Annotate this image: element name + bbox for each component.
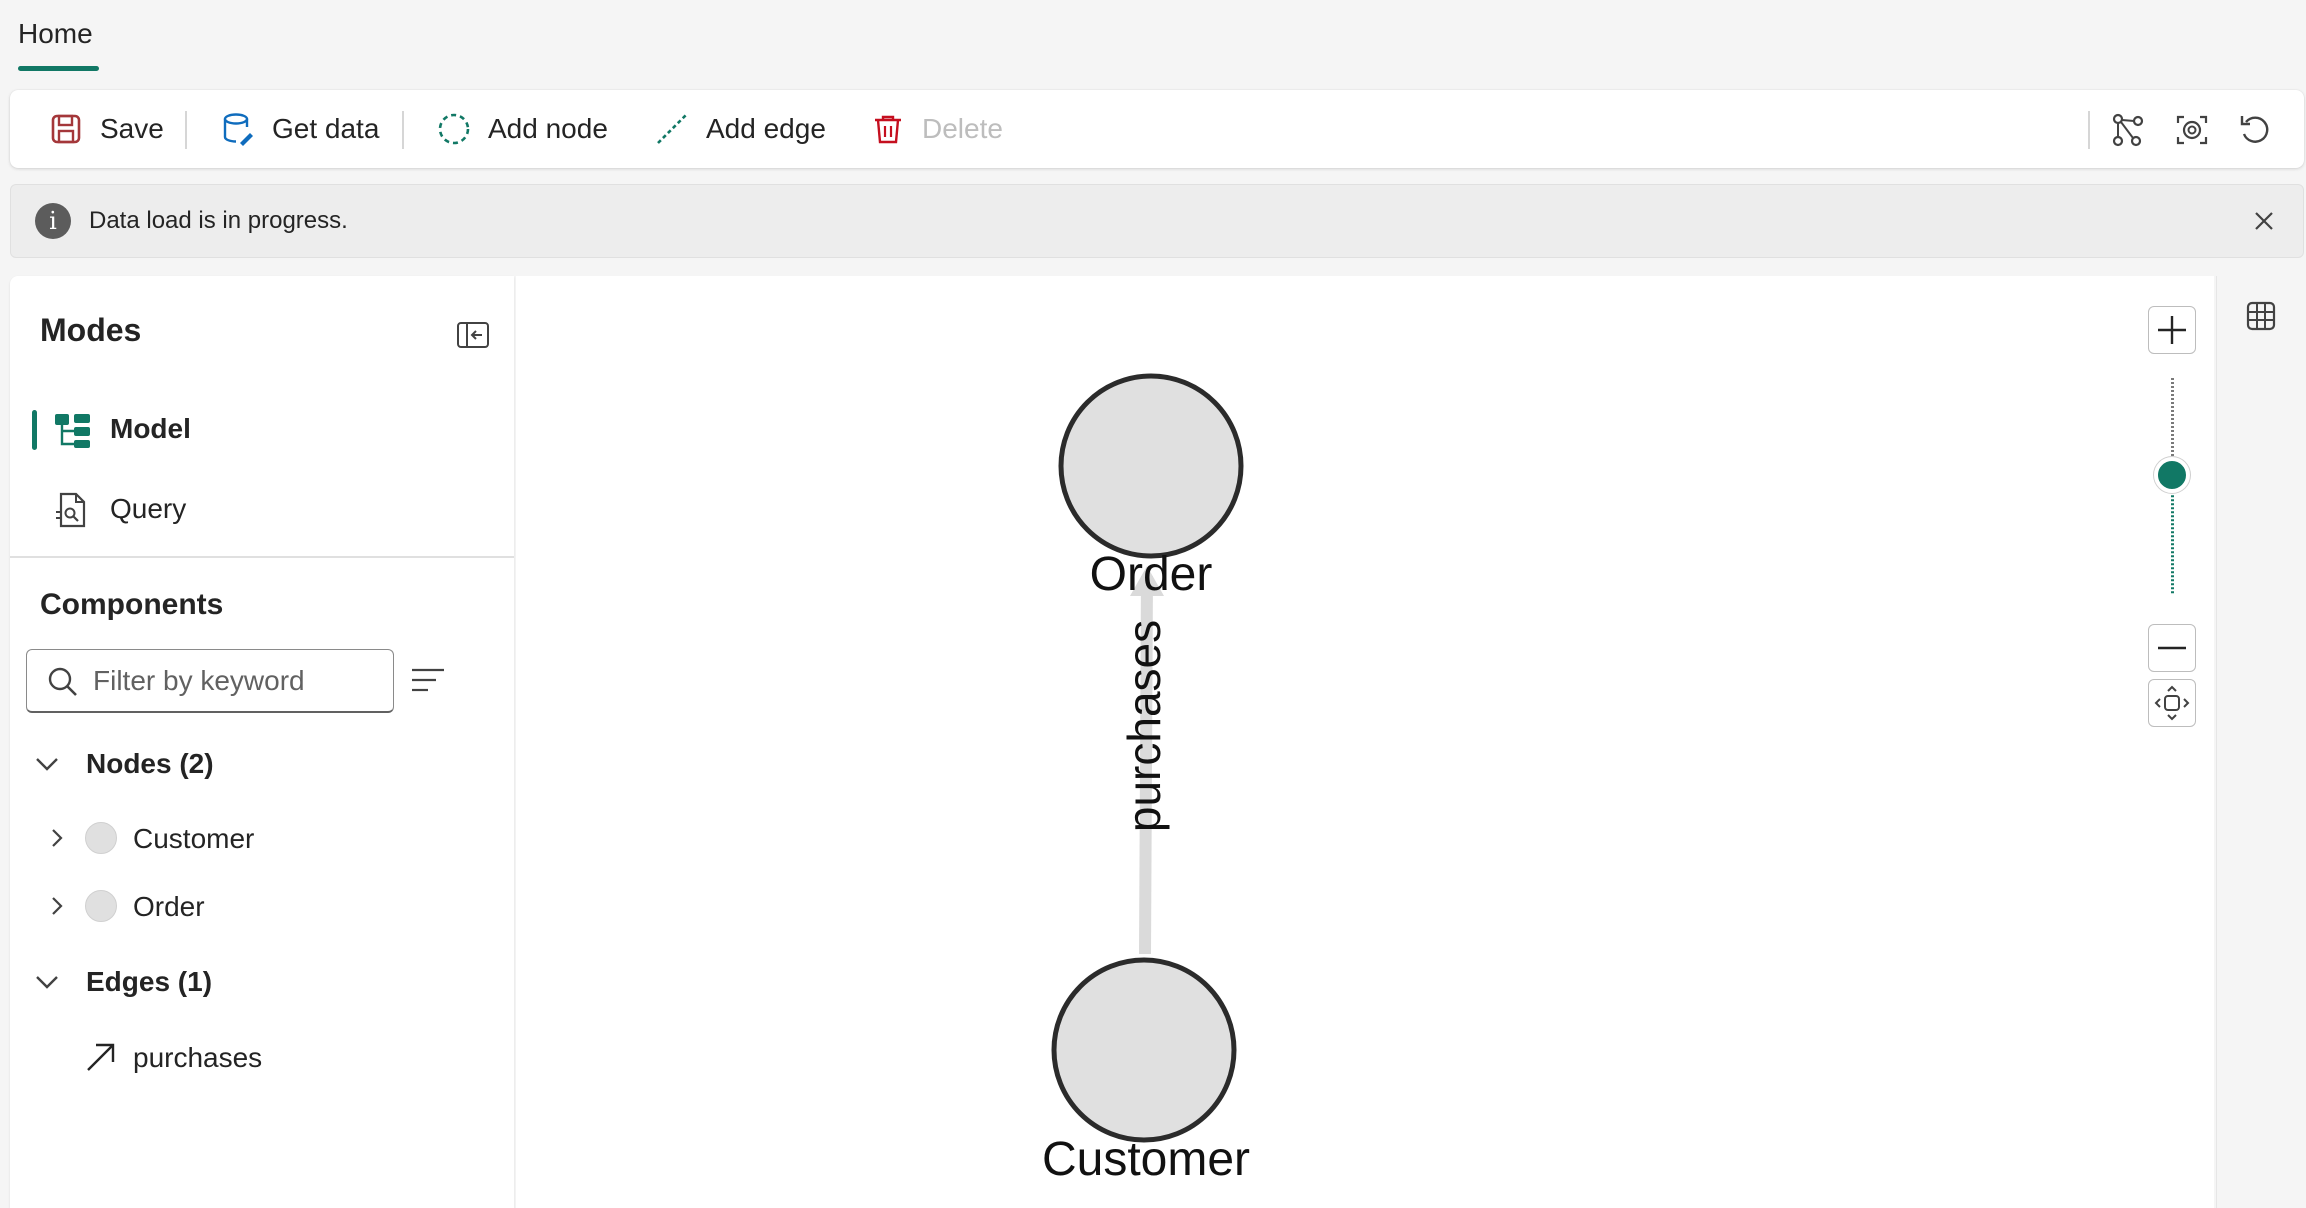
mode-label: Model — [110, 413, 191, 444]
plus-icon — [2158, 316, 2186, 344]
message-bar: i Data load is in progress. — [10, 184, 2304, 258]
toolbar-divider — [402, 111, 404, 149]
modes-title: Modes — [40, 312, 142, 348]
close-icon[interactable] — [2247, 204, 2281, 238]
query-icon — [56, 492, 86, 528]
graph-layout-icon — [2112, 113, 2144, 147]
toolbar-divider — [185, 111, 187, 149]
edge-label: purchases — [133, 1042, 263, 1073]
edges-group-header[interactable]: Edges (1) — [10, 954, 514, 1010]
undo-icon — [2240, 116, 2269, 143]
zoom-out-button[interactable] — [2148, 624, 2196, 672]
message-text: Data load is in progress. — [89, 207, 348, 234]
chevron-down-icon — [36, 758, 58, 771]
right-rail — [2216, 276, 2306, 1208]
add-node-button[interactable]: Add node — [436, 90, 608, 168]
mode-model[interactable]: Model — [10, 396, 514, 462]
chevron-right-icon — [52, 829, 63, 847]
search-icon — [48, 667, 77, 696]
info-icon: i — [35, 203, 71, 239]
node-label: Order — [1090, 548, 1213, 601]
fit-to-screen-icon — [2154, 685, 2190, 721]
focus-icon — [2176, 115, 2208, 145]
graph-canvas[interactable]: purchases Order Customer — [516, 276, 2214, 1208]
mode-label: Query — [110, 493, 187, 524]
zoom-slider-thumb[interactable] — [2154, 457, 2190, 494]
toolbar-divider — [2088, 111, 2090, 149]
panel-divider — [10, 556, 514, 558]
add-edge-label: Add edge — [706, 113, 826, 144]
filter-menu-icon[interactable] — [410, 664, 446, 698]
edge-label: purchases — [1118, 620, 1170, 832]
undo-button[interactable] — [2236, 110, 2276, 150]
trash-icon — [875, 115, 901, 144]
get-data-button[interactable]: Get data — [220, 90, 379, 168]
graph-node-order[interactable]: Order — [1058, 373, 1244, 601]
list-item-node-customer[interactable]: Customer — [10, 811, 514, 867]
tab-home[interactable]: Home — [18, 16, 99, 76]
search-input[interactable] — [93, 660, 383, 702]
add-node-label: Add node — [488, 113, 608, 144]
fit-to-screen-button[interactable] — [2148, 679, 2196, 727]
list-item-node-order[interactable]: Order — [10, 879, 514, 935]
nodes-group-header[interactable]: Nodes (2) — [10, 736, 514, 792]
save-button[interactable]: Save — [48, 90, 164, 168]
components-title: Components — [40, 588, 224, 621]
zoom-in-button[interactable] — [2148, 306, 2196, 354]
list-item-edge-purchases[interactable]: purchases — [10, 1030, 514, 1086]
minus-icon — [2158, 646, 2186, 650]
database-icon — [223, 113, 253, 146]
get-data-label: Get data — [272, 113, 380, 144]
chevron-right-icon — [52, 897, 63, 915]
table-icon[interactable] — [2245, 300, 2277, 332]
node-label: Customer — [133, 823, 255, 854]
graph-svg[interactable]: purchases Order Customer — [516, 276, 2214, 1208]
graph-node-customer[interactable]: Customer — [1042, 957, 1250, 1186]
toolbar: Save Get data Add node Add edge Delete — [10, 90, 2304, 168]
node-color-dot — [85, 890, 117, 922]
app-window: Home Save Get data Add node Add edge Del… — [0, 0, 2306, 1208]
search-box — [26, 649, 394, 713]
dashed-circle-icon — [438, 113, 470, 145]
graph-layout-button[interactable] — [2108, 110, 2148, 150]
mode-query[interactable]: Query — [10, 476, 514, 542]
selected-indicator — [32, 410, 37, 450]
save-icon — [51, 114, 81, 144]
focus-button[interactable] — [2172, 110, 2212, 150]
save-label: Save — [100, 113, 164, 144]
collapse-panel-icon[interactable] — [456, 320, 490, 350]
arrow-up-right-icon — [87, 1043, 115, 1071]
node-color-dot — [85, 822, 117, 854]
chevron-down-icon — [36, 976, 58, 989]
node-label: Customer — [1042, 1133, 1250, 1186]
dashed-line-icon — [657, 114, 687, 144]
model-icon — [55, 414, 90, 448]
left-panel: Modes Model Query Components Filter by k… — [10, 276, 514, 1208]
ribbon-tabs: Home — [0, 0, 2306, 82]
edges-group-label: Edges (1) — [86, 966, 213, 997]
add-edge-button[interactable]: Add edge — [654, 90, 826, 168]
delete-label: Delete — [922, 113, 1003, 144]
delete-button[interactable]: Delete — [870, 90, 1003, 168]
node-label: Order — [133, 891, 205, 922]
nodes-group-label: Nodes (2) — [86, 748, 214, 779]
